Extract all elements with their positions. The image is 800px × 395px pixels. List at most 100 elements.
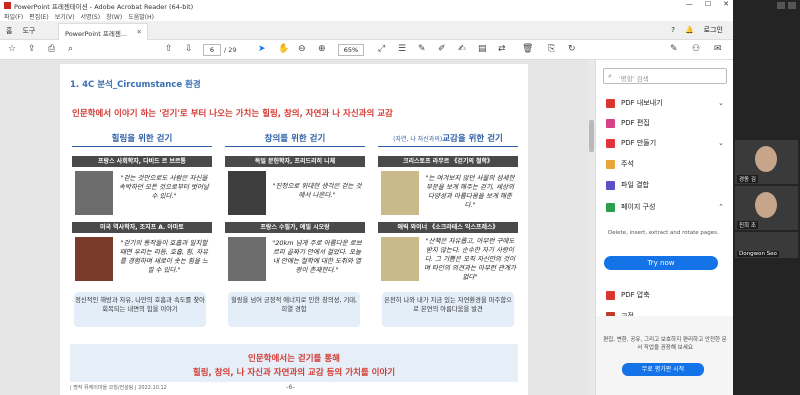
- page-layout-icon[interactable]: ☰: [398, 44, 406, 54]
- search-placeholder: '명할' 검색: [619, 75, 649, 83]
- portrait-image: [75, 171, 113, 215]
- zoom-out-icon[interactable]: ⊖: [298, 44, 306, 54]
- maximize-button[interactable]: ☐: [705, 0, 711, 8]
- column-title-healing: 힐링을 위한 걷기: [72, 132, 212, 147]
- page-number-input[interactable]: 6: [203, 44, 221, 56]
- tool-create-pdf[interactable]: PDF 만들기 ⌄: [606, 136, 724, 150]
- comment-icon: [606, 159, 615, 169]
- scrollbar-thumb[interactable]: [589, 120, 594, 152]
- document-tab-label: PowerPoint 프레젠...: [65, 30, 127, 38]
- delete-icon[interactable]: 🗑: [522, 44, 533, 54]
- column-title-creativity: 창의를 위한 걷기: [225, 132, 365, 147]
- page-count: / 29: [224, 46, 237, 54]
- banner-line-2: 힐링, 창의, 나 자신과 자연과의 교감 등의 가치를 이야기: [192, 368, 396, 378]
- participant-face: [755, 146, 777, 172]
- tab-tools[interactable]: 도구: [22, 26, 35, 36]
- share-link-icon[interactable]: ⚇: [692, 44, 700, 54]
- tool-combine-files[interactable]: 파일 결합: [606, 178, 724, 192]
- tool-comment[interactable]: 주석: [606, 157, 724, 171]
- tool-label: PDF 압축: [621, 291, 650, 299]
- comment-icon[interactable]: ✎: [418, 44, 426, 54]
- tool-compress-pdf[interactable]: PDF 압축: [606, 288, 724, 302]
- person-quote: "산책은 자유롭고, 아무런 구애도 받지 않는다. 순수한 자기 사랑이다. …: [424, 237, 516, 281]
- menu-window[interactable]: 창(W): [106, 12, 122, 21]
- notification-bell-icon[interactable]: 🔔: [685, 26, 694, 34]
- chevron-down-icon[interactable]: ⌄: [718, 139, 724, 147]
- redact-icon[interactable]: ▤: [478, 44, 487, 54]
- organize-pages-icon: [606, 202, 615, 212]
- person-header: 애릭 와이너 《소크라테스 익스프레스》: [378, 222, 518, 233]
- tool-export-pdf[interactable]: PDF 내보내기 ⌄: [606, 96, 724, 110]
- menu-help[interactable]: 도움말(H): [128, 12, 154, 21]
- summary-box: 힐링을 넘어 긍정적 에너지로 인한 창의성, 기대, 희열 경험: [228, 292, 360, 327]
- zoom-in-icon[interactable]: ⊕: [318, 44, 326, 54]
- upload-icon[interactable]: ⇪: [28, 44, 36, 54]
- sign-icon[interactable]: ✍: [458, 44, 466, 54]
- tool-organize-pages[interactable]: 페이지 구성 ⌃: [606, 200, 724, 214]
- chevron-down-icon[interactable]: ⌄: [718, 99, 724, 107]
- book-cover-image: [381, 171, 419, 215]
- select-cursor-icon[interactable]: ➤: [258, 44, 266, 54]
- zoom-level-field[interactable]: 65%: [338, 44, 364, 56]
- menu-sign[interactable]: 서명(S): [81, 12, 101, 21]
- menu-edit[interactable]: 편집(E): [29, 12, 49, 21]
- document-tab[interactable]: PowerPoint 프레젠... ✕: [58, 23, 148, 40]
- hand-tool-icon[interactable]: ✋: [278, 44, 289, 54]
- vertical-scrollbar[interactable]: [588, 60, 595, 395]
- edit-pen-icon[interactable]: ✎: [670, 44, 678, 54]
- mail-icon[interactable]: ✉: [714, 44, 722, 54]
- book-cover-image: [381, 237, 419, 281]
- extract-icon[interactable]: ⎘: [548, 44, 555, 54]
- main-toolbar: ☆ ⇪ ⎙ ⌕ ⇧ ⇩ 6 / 29 ➤ ✋ ⊖ ⊕ 65% ⤢ ☰ ✎ ✐ ✍…: [0, 40, 733, 60]
- login-button[interactable]: 로그인: [704, 25, 723, 35]
- try-now-button[interactable]: Try now: [604, 256, 718, 270]
- video-call-panel: 경동 김 진희 조 Dongwon Seo: [733, 0, 800, 395]
- share-icon[interactable]: ⇄: [498, 44, 506, 54]
- close-tab-icon[interactable]: ✕: [137, 28, 142, 36]
- participant-video[interactable]: 경동 김: [735, 140, 798, 184]
- participant-video[interactable]: 진희 조: [735, 186, 798, 230]
- person-quote: "걷는 것만으로도 사람은 자신을 속박하던 모든 것으로부터 벗어날 수 있다…: [119, 174, 209, 200]
- menu-file[interactable]: 파일(F): [4, 12, 23, 21]
- compress-pdf-icon: [606, 290, 615, 300]
- trial-promo-panel: 편집, 변환, 공유, 그리고 보호하지 편리하고 안전한 문서 작업을 권장해…: [596, 316, 734, 395]
- tab-home[interactable]: 홈: [6, 26, 12, 36]
- start-free-trial-button[interactable]: 무료 평가판 시작: [622, 363, 704, 376]
- highlight-icon[interactable]: ✐: [438, 44, 446, 54]
- tool-search-input[interactable]: ⌕ '명할' 검색: [603, 68, 727, 84]
- layout-icon[interactable]: [777, 2, 785, 9]
- column-title-prefix: (자연, 나 자신과의): [393, 136, 443, 143]
- column-title-text: 힐링을 위한 걷기: [111, 134, 173, 144]
- participant-video[interactable]: Dongwon Seo: [735, 232, 798, 258]
- participant-name: 경동 김: [737, 175, 758, 183]
- banner-line-1: 인문학에서는 걷기를 통해: [248, 354, 340, 364]
- slide-subtitle: 인문학에서 이야기 하는 '걷기'로 부터 나오는 가치는 힐링, 창의, 자연…: [72, 109, 393, 119]
- bookmark-icon[interactable]: ☆: [8, 44, 16, 54]
- print-icon[interactable]: ⎙: [48, 44, 55, 54]
- slide-footer: | 명작 뮤케이마을 코칭/컨설팅 | 2022.10.12: [70, 385, 167, 391]
- chevron-up-icon[interactable]: ⌃: [718, 203, 724, 211]
- slide-page-number: -6-: [286, 383, 295, 391]
- tool-label: PDF 만들기: [621, 139, 657, 147]
- tool-label: PDF 편집: [621, 119, 650, 127]
- portrait-image: [228, 171, 266, 215]
- person-header: 크리스토프 라무르 《걷기의 철학》: [378, 156, 518, 167]
- tool-edit-pdf[interactable]: PDF 편집: [606, 116, 724, 130]
- fit-page-icon[interactable]: ⤢: [378, 44, 385, 54]
- search-icon[interactable]: ⌕: [68, 44, 73, 54]
- window-controls: — ☐ ✕: [686, 0, 729, 8]
- help-icon[interactable]: ?: [671, 26, 675, 34]
- tool-label: 파일 결합: [621, 181, 649, 189]
- page-up-icon[interactable]: ⇧: [165, 44, 173, 54]
- rotate-icon[interactable]: ↻: [568, 44, 576, 54]
- view-icon[interactable]: [788, 2, 796, 9]
- menu-view[interactable]: 보기(V): [55, 12, 75, 21]
- document-viewport[interactable]: 1. 4C 분석_Circumstance 환경 인문학에서 이야기 하는 '걷…: [0, 60, 595, 395]
- page-down-icon[interactable]: ⇩: [185, 44, 193, 54]
- minimize-button[interactable]: —: [686, 0, 693, 8]
- conclusion-banner: 인문학에서는 걷기를 통해 힐링, 창의, 나 자신과 자연과의 교감 등의 가…: [70, 344, 518, 382]
- tools-sidebar: ⌕ '명할' 검색 PDF 내보내기 ⌄ PDF 편집 PDF 만들기 ⌄ 주석…: [595, 60, 734, 395]
- close-button[interactable]: ✕: [723, 0, 729, 8]
- person-header: 프랑스 사회학자, 다비드 르 브르통: [72, 156, 212, 167]
- video-panel-controls[interactable]: [777, 2, 796, 9]
